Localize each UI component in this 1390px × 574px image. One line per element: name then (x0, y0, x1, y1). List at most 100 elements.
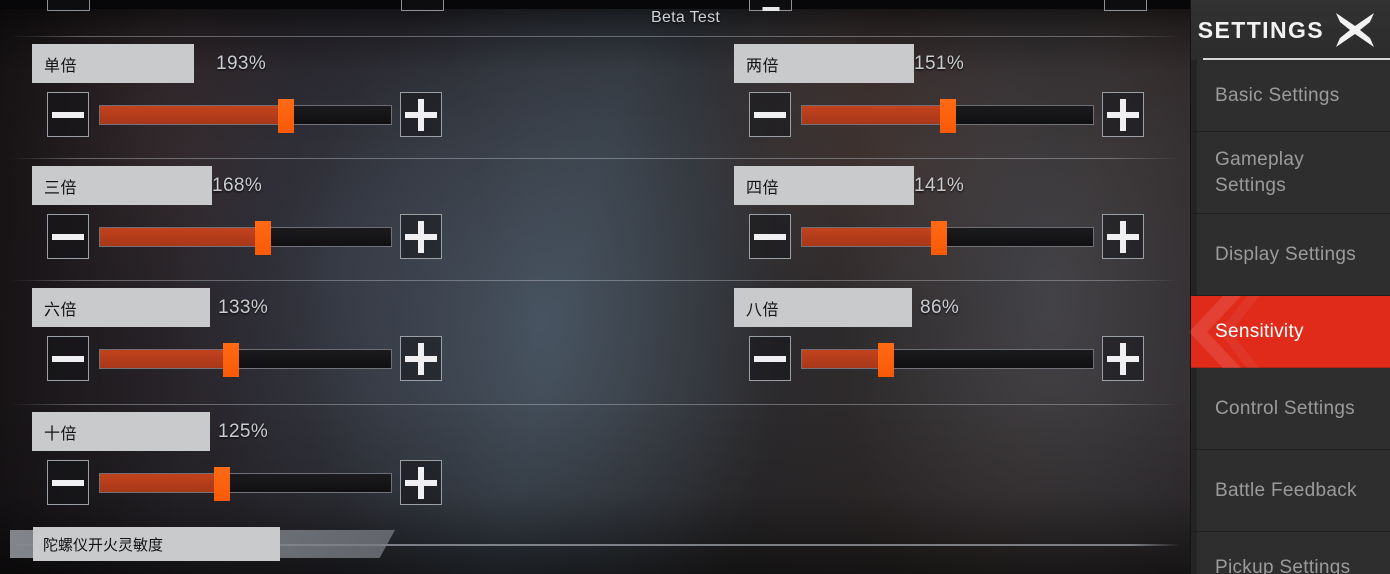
decrease-button[interactable] (47, 460, 89, 505)
minus-icon (52, 233, 84, 240)
row-divider (10, 158, 1180, 159)
slider-track[interactable] (99, 99, 392, 133)
slider-thumb[interactable] (278, 99, 295, 133)
slider-fill (802, 228, 939, 246)
decrease-button[interactable] (47, 92, 89, 137)
slider-thumb[interactable] (878, 343, 895, 377)
settings-screen: Beta Test 单倍 193% 两倍 151% 三倍 168% 四倍 141… (0, 0, 1390, 574)
decrease-button[interactable] (749, 92, 791, 137)
decrease-button[interactable] (47, 336, 89, 381)
slider-track[interactable] (99, 343, 392, 377)
slider-label: 单倍 (32, 44, 194, 83)
slider-fill (100, 474, 223, 492)
slider-control-row (724, 336, 1144, 382)
sidebar-item-control-settings[interactable]: Control Settings (1191, 368, 1390, 450)
slider-track[interactable] (99, 467, 392, 501)
slider-value: 193% (216, 53, 267, 74)
plus-icon (1107, 220, 1139, 253)
close-x-icon[interactable] (1332, 10, 1378, 50)
increase-button[interactable] (400, 460, 442, 505)
slider-control-row (22, 214, 442, 260)
row-divider (10, 36, 1180, 37)
slider-label-row: 四倍 141% (724, 166, 1144, 206)
plus-icon (405, 466, 437, 499)
sensitivity-slider-group: 十倍 125% (22, 412, 442, 522)
beta-test-label: Beta Test (651, 9, 721, 26)
slider-track[interactable] (801, 99, 1094, 133)
slider-thumb[interactable] (254, 221, 271, 255)
slider-fill (100, 228, 263, 246)
increase-button[interactable] (400, 336, 442, 381)
slider-label: 三倍 (32, 166, 212, 205)
slider-thumb[interactable] (214, 467, 231, 501)
previous-row-increase-button[interactable] (401, 0, 444, 11)
minus-icon (754, 355, 786, 362)
row-divider (10, 404, 1180, 405)
sidebar-item-label: Basic Settings (1215, 84, 1340, 106)
plus-icon (405, 342, 437, 375)
slider-label-row: 八倍 86% (724, 288, 1144, 328)
slider-thumb[interactable] (222, 343, 239, 377)
sidebar-item-sensitivity[interactable]: Sensitivity (1189, 296, 1390, 368)
slider-value: 141% (914, 175, 965, 196)
sidebar-item-battle-feedback[interactable]: Battle Feedback (1191, 450, 1390, 532)
sensitivity-slider-group: 三倍 168% (22, 166, 442, 276)
previous-row-decrease-button[interactable] (749, 0, 792, 11)
minus-icon (754, 111, 786, 118)
settings-sidebar: SETTINGS Basic Settings Gameplay Setting… (1189, 0, 1390, 574)
slider-control-row (22, 460, 442, 506)
slider-value: 86% (920, 297, 960, 318)
slider-label-row: 三倍 168% (22, 166, 442, 206)
minus-icon (762, 7, 779, 11)
slider-fill (100, 350, 231, 368)
decrease-button[interactable] (47, 214, 89, 259)
slider-label-row: 十倍 125% (22, 412, 442, 452)
minus-icon (754, 233, 786, 240)
section-header-label: 陀螺仪开火灵敏度 (33, 527, 280, 561)
slider-track[interactable] (801, 343, 1094, 377)
slider-value: 168% (212, 175, 263, 196)
slider-label: 四倍 (734, 166, 914, 205)
minus-icon (52, 355, 84, 362)
slider-label-row: 六倍 133% (22, 288, 442, 328)
page-title: SETTINGS (1197, 16, 1324, 43)
sensitivity-slider-group: 八倍 86% (724, 288, 1144, 398)
sidebar-item-gameplay-settings[interactable]: Gameplay Settings (1191, 132, 1390, 214)
sidebar-item-display-settings[interactable]: Display Settings (1191, 214, 1390, 296)
plus-icon (405, 98, 437, 131)
slider-control-row (22, 92, 442, 138)
increase-button[interactable] (1102, 336, 1144, 381)
plus-icon (405, 220, 437, 253)
slider-thumb[interactable] (939, 99, 956, 133)
slider-control-row (724, 92, 1144, 138)
slider-thumb[interactable] (930, 221, 947, 255)
increase-button[interactable] (400, 92, 442, 137)
slider-track[interactable] (801, 221, 1094, 255)
slider-label: 十倍 (32, 412, 210, 451)
minus-icon (52, 111, 84, 118)
slider-value: 151% (914, 53, 965, 74)
sidebar-header: SETTINGS (1191, 0, 1390, 60)
increase-button[interactable] (400, 214, 442, 259)
slider-label: 八倍 (734, 288, 912, 327)
sidebar-item-label: Pickup Settings (1215, 556, 1351, 574)
slider-track[interactable] (99, 221, 392, 255)
increase-button[interactable] (1102, 92, 1144, 137)
slider-control-row (22, 336, 442, 382)
slider-label-row: 两倍 151% (724, 44, 1144, 84)
increase-button[interactable] (1102, 214, 1144, 259)
sensitivity-content-panel: Beta Test 单倍 193% 两倍 151% 三倍 168% 四倍 141… (0, 0, 1190, 574)
decrease-button[interactable] (749, 336, 791, 381)
decrease-button[interactable] (749, 214, 791, 259)
previous-row-decrease-button[interactable] (47, 0, 90, 11)
slider-control-row (724, 214, 1144, 260)
sidebar-item-basic-settings[interactable]: Basic Settings (1191, 60, 1390, 132)
previous-row-increase-button[interactable] (1104, 0, 1147, 11)
row-divider (10, 280, 1180, 281)
slider-fill (802, 350, 887, 368)
slider-fill (802, 106, 948, 124)
sidebar-item-pickup-settings[interactable]: Pickup Settings (1191, 532, 1390, 574)
plus-icon (1107, 342, 1139, 375)
sidebar-item-label: Battle Feedback (1215, 479, 1357, 501)
sidebar-item-label: Sensitivity (1215, 320, 1304, 342)
